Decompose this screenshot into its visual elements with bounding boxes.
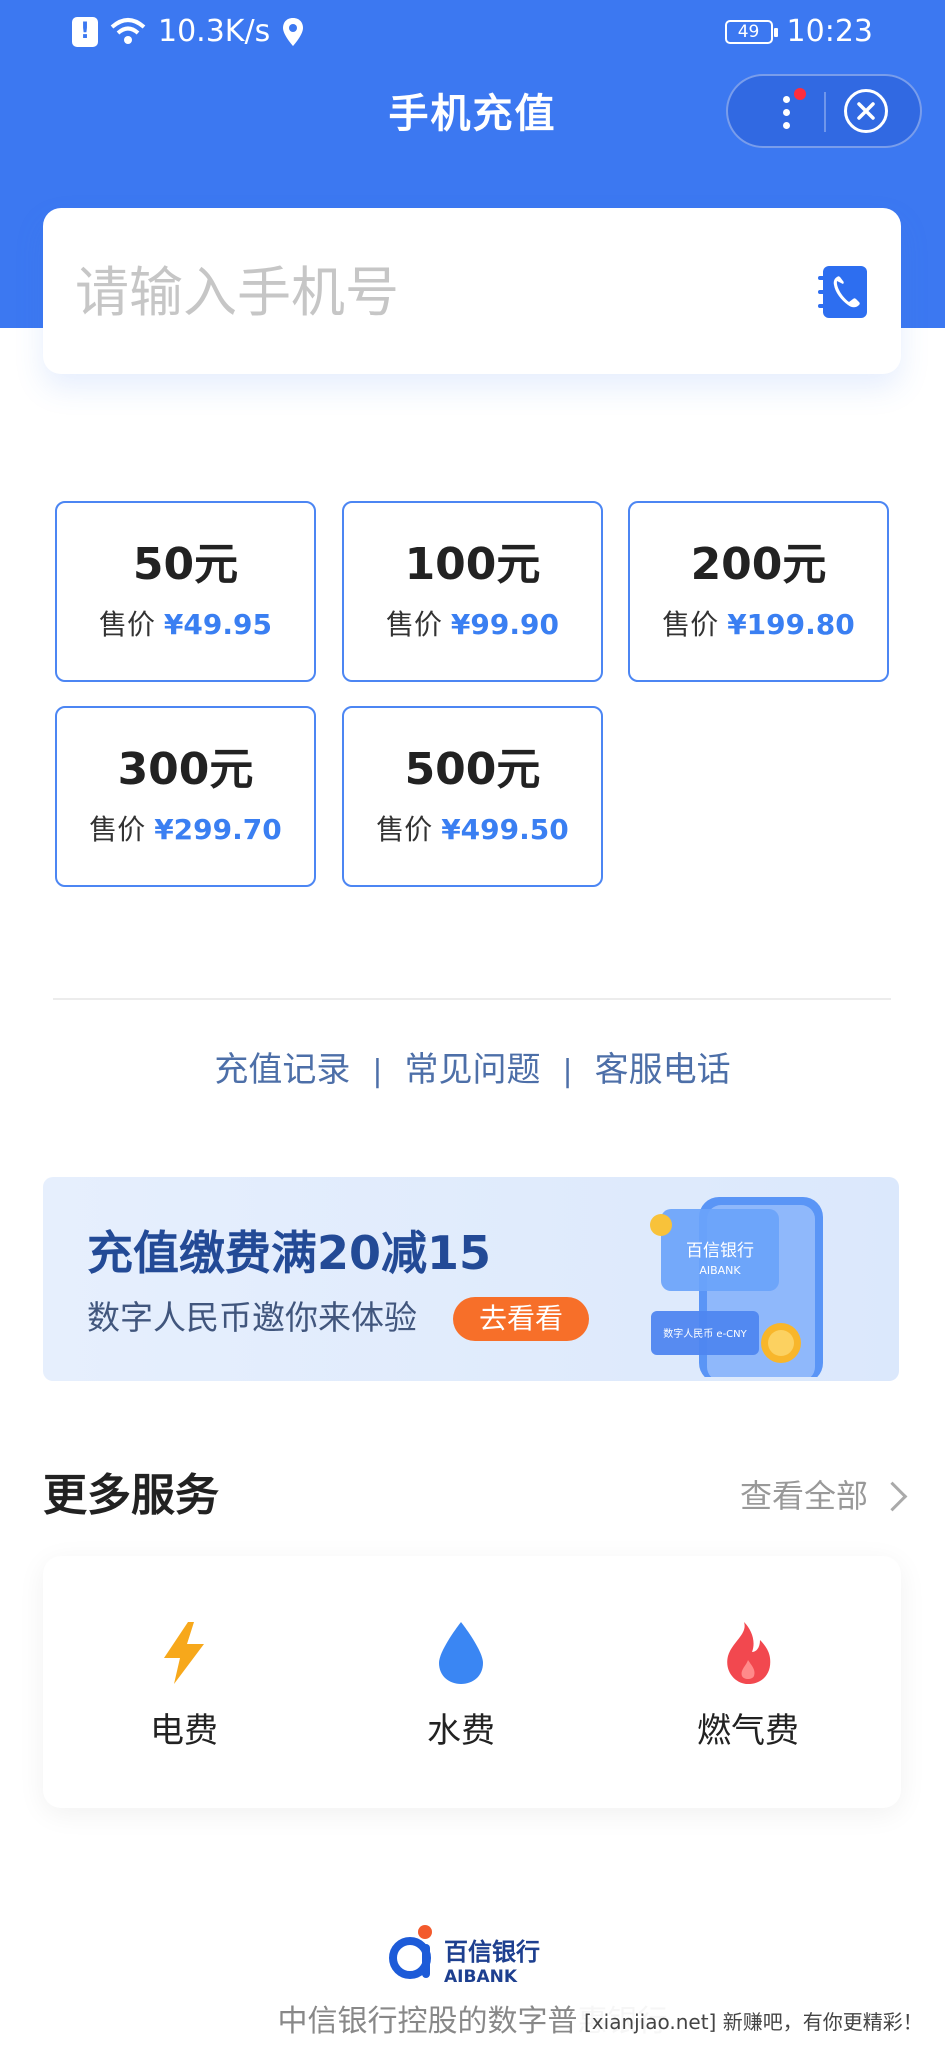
flame-icon xyxy=(727,1622,771,1684)
services-card: 电费 水费 燃气费 xyxy=(43,1556,901,1808)
section-divider xyxy=(53,998,891,1000)
denomination-option[interactable]: 50元 售价 ¥49.95 xyxy=(55,501,316,682)
customer-service-link[interactable]: 客服电话 xyxy=(595,1050,731,1090)
view-all-link[interactable]: 查看全部 xyxy=(739,1470,908,1522)
banner-subtitle: 数字人民币邀你来体验 xyxy=(87,1298,417,1337)
notification-dot-icon xyxy=(794,88,806,100)
water-drop-icon xyxy=(439,1622,483,1684)
price-label: 售价 xyxy=(662,608,719,641)
location-icon xyxy=(283,18,304,46)
card-brand: 百信银行 xyxy=(686,1241,754,1261)
phone-contact-icon xyxy=(833,276,860,308)
network-speed: 10.3K/s xyxy=(158,14,271,49)
phone-illustration: 百信银行 AIBANK 数字人民币 e-CNY xyxy=(650,1197,823,1377)
service-water[interactable]: 水费 xyxy=(361,1556,561,1808)
close-button[interactable] xyxy=(844,89,888,133)
aibank-logo: 百信银行 AIBANK xyxy=(389,1925,540,1987)
logo-brand-en: AIBANK xyxy=(444,1967,518,1987)
contacts-button[interactable] xyxy=(818,266,867,318)
more-services-title: 更多服务 xyxy=(43,1470,219,1521)
promo-banner[interactable]: 充值缴费满20减15 数字人民币邀你来体验 去看看 百信银行 AIBANK 数字… xyxy=(43,1177,899,1381)
phone-number-input[interactable] xyxy=(73,246,777,338)
phone-input-card xyxy=(43,208,901,374)
denomination-option[interactable]: 500元 售价 ¥499.50 xyxy=(342,706,603,887)
card-ecny: 数字人民币 e-CNY xyxy=(663,1327,747,1340)
view-all-label: 查看全部 xyxy=(739,1477,868,1515)
denomination-amount: 500元 xyxy=(404,744,541,795)
service-label: 水费 xyxy=(427,1711,495,1751)
link-separator: | xyxy=(372,1054,383,1089)
mini-program-capsule xyxy=(726,74,922,148)
alert-icon: ! xyxy=(72,17,98,47)
chevron-right-icon xyxy=(877,1481,908,1511)
service-gas[interactable]: 燃气费 xyxy=(648,1556,848,1808)
price-value: ¥49.95 xyxy=(163,608,272,641)
quick-links: 充值记录 | 常见问题 | 客服电话 xyxy=(0,1040,945,1102)
price-value: ¥99.90 xyxy=(450,608,559,641)
logo-brand: 百信银行 xyxy=(444,1938,540,1966)
watermark-text: [xianjiao.net] 新赚吧，有你更精彩！ xyxy=(578,2004,929,2040)
wifi-icon xyxy=(110,18,146,44)
price-label: 售价 xyxy=(376,813,433,846)
faq-link[interactable]: 常见问题 xyxy=(405,1050,541,1090)
denomination-option[interactable]: 300元 售价 ¥299.70 xyxy=(55,706,316,887)
price-value: ¥499.50 xyxy=(441,813,569,846)
denomination-amount: 100元 xyxy=(404,539,541,590)
price-value: ¥299.70 xyxy=(154,813,282,846)
price-value: ¥199.80 xyxy=(727,608,855,641)
recharge-history-link[interactable]: 充值记录 xyxy=(214,1050,350,1090)
banner-title: 充值缴费满20减15 xyxy=(87,1226,492,1280)
denomination-amount: 200元 xyxy=(690,539,827,590)
denomination-option[interactable]: 200元 售价 ¥199.80 xyxy=(628,501,889,682)
more-menu-button[interactable] xyxy=(750,76,820,146)
capsule-divider xyxy=(824,92,826,132)
service-label: 燃气费 xyxy=(697,1711,799,1751)
denomination-amount: 300元 xyxy=(117,744,254,795)
price-label: 售价 xyxy=(386,608,443,641)
denomination-amount: 50元 xyxy=(132,539,239,590)
price-label: 售价 xyxy=(99,608,156,641)
status-bar: ! 10.3K/s 49 10:23 xyxy=(0,0,945,64)
denomination-option[interactable]: 100元 售价 ¥99.90 xyxy=(342,501,603,682)
battery-icon: 49 xyxy=(724,20,778,44)
battery-level: 49 xyxy=(737,22,760,42)
card-brand-en: AIBANK xyxy=(699,1264,741,1277)
banner-go-button[interactable]: 去看看 xyxy=(453,1297,589,1341)
clock: 10:23 xyxy=(786,14,873,49)
price-label: 售价 xyxy=(89,813,146,846)
link-separator: | xyxy=(562,1054,573,1089)
close-icon xyxy=(857,102,875,120)
service-label: 电费 xyxy=(150,1711,218,1751)
lightning-icon xyxy=(164,1622,204,1684)
service-electricity[interactable]: 电费 xyxy=(84,1556,284,1808)
